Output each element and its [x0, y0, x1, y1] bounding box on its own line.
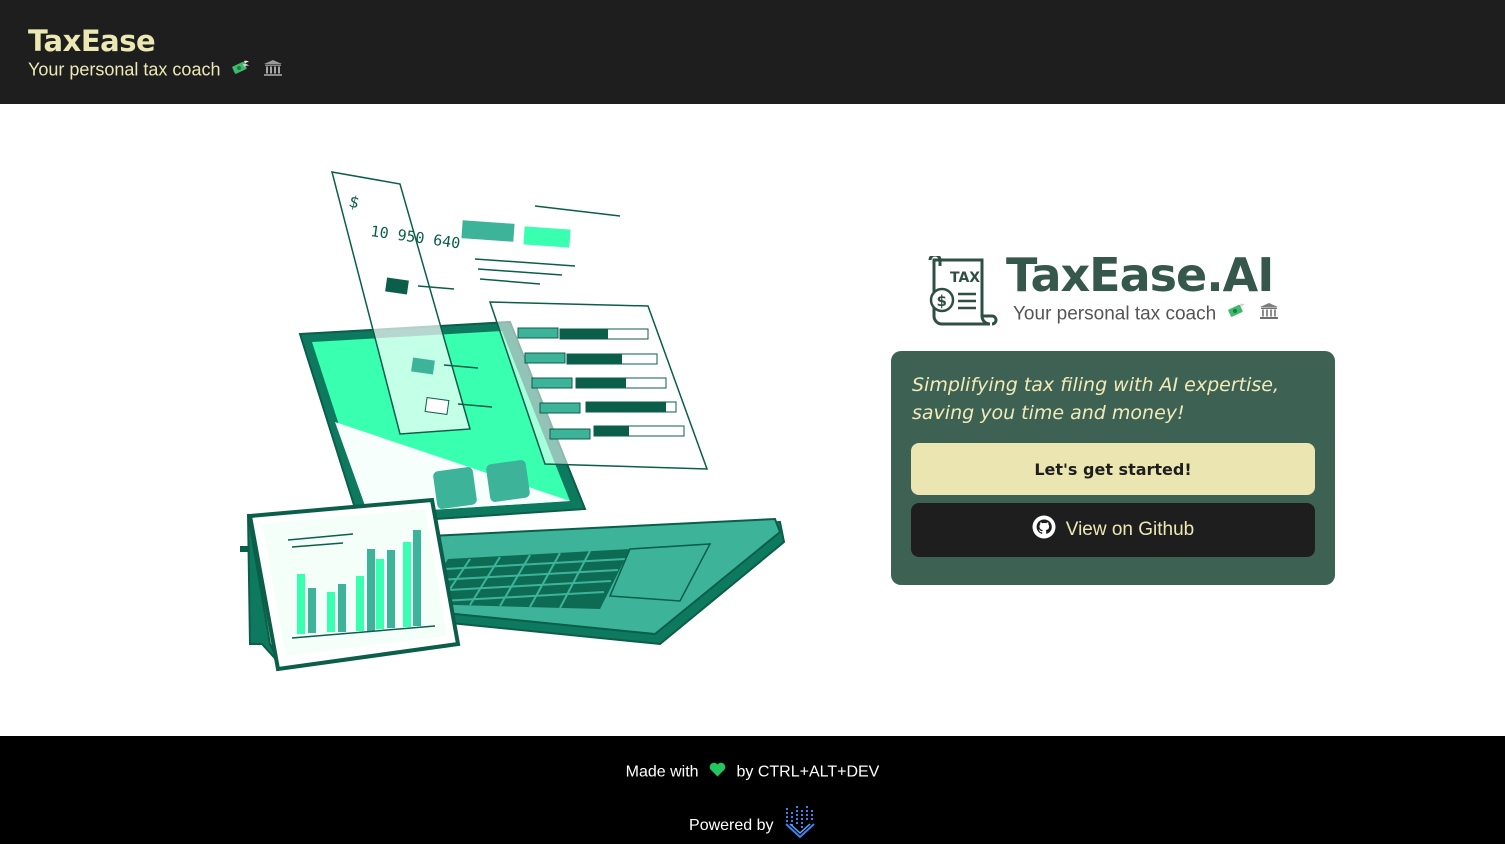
- tax-document-icon: TAX $: [926, 253, 998, 335]
- bank-icon: [1259, 302, 1279, 327]
- brand-title[interactable]: TaxEase: [28, 27, 156, 56]
- brand-subtitle-text: Your personal tax coach: [28, 59, 221, 80]
- money-with-wings-icon: [1227, 302, 1247, 327]
- top-navbar: TaxEase Your personal tax coach: [0, 0, 1505, 104]
- github-button-label: View on Github: [1065, 519, 1195, 540]
- logo-title: TaxEase.AI: [1006, 248, 1274, 302]
- brand-subtitle: Your personal tax coach: [28, 59, 283, 83]
- github-icon: [1032, 515, 1056, 545]
- money-with-wings-icon: [231, 59, 251, 83]
- get-started-button[interactable]: Let's get started!: [911, 443, 1315, 495]
- powered-by-label: Powered by: [689, 817, 774, 835]
- green-heart-icon: [709, 762, 726, 783]
- logo-subtitle: Your personal tax coach: [1013, 302, 1279, 327]
- bank-icon: [263, 59, 283, 83]
- taxease-logo: TAX $ TaxEase.AI Your personal tax coach: [926, 252, 1326, 332]
- tax-badge-symbol: $: [937, 292, 947, 310]
- tax-badge-text: TAX: [950, 270, 980, 286]
- made-with-suffix[interactable]: by CTRL+ALT+DEV: [736, 764, 879, 781]
- powered-by: Powered by: [0, 804, 1505, 848]
- cta-card: Simplifying tax filing with AI expertise…: [891, 351, 1335, 585]
- footer: Made with by CTRL+ALT+DEV Powered by: [0, 736, 1505, 844]
- logo-subtitle-text: Your personal tax coach: [1013, 303, 1217, 325]
- made-with-credit: Made with by CTRL+ALT+DEV: [0, 762, 1505, 783]
- view-on-github-button[interactable]: View on Github: [911, 503, 1315, 557]
- made-with-prefix: Made with: [625, 763, 699, 781]
- powered-by-logo-icon[interactable]: [784, 804, 816, 848]
- tax-illustration: $ 10 950 640: [235, 164, 800, 684]
- tagline: Simplifying tax filing with AI expertise…: [912, 374, 1280, 424]
